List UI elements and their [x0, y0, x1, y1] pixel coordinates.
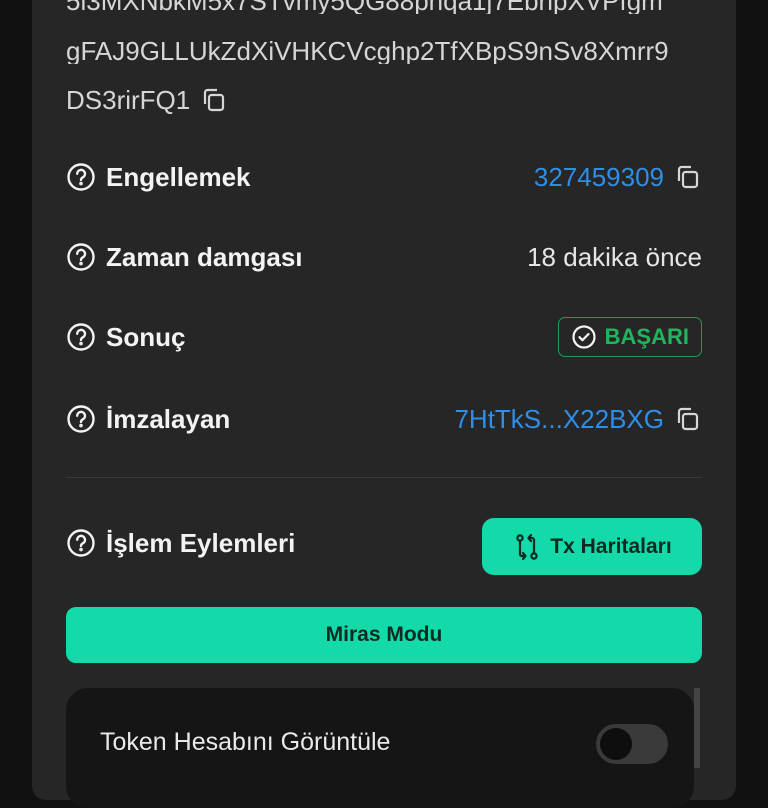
signature-line-3: DS3rirFQ1	[66, 86, 716, 114]
status-badge: BAŞARI	[557, 317, 702, 357]
token-account-label: Token Hesabını Görüntüle	[100, 728, 391, 756]
question-circle-icon[interactable]	[66, 162, 96, 192]
actions-label: İşlem Eylemleri	[106, 527, 296, 558]
question-circle-icon[interactable]	[66, 322, 96, 352]
timestamp-row: Zaman damgası 18 dakika önce	[66, 237, 702, 277]
block-number-link[interactable]: 327459309	[534, 162, 664, 193]
divider	[66, 477, 702, 478]
toggle-knob	[600, 728, 632, 760]
signature-line-1: 5i3MXNbkM5x7STvmy5QG88pnqa1j7EbnpXVPfgm	[66, 0, 716, 14]
question-circle-icon[interactable]	[66, 528, 96, 558]
timestamp-value: 18 dakika önce	[527, 241, 702, 272]
block-label-group: Engellemek	[66, 162, 251, 193]
block-value-group: 327459309	[534, 162, 702, 193]
status-text: BAŞARI	[604, 324, 689, 349]
copy-icon[interactable]	[200, 86, 228, 114]
actions-label-group: İşlem Eylemleri	[66, 528, 295, 559]
result-label: Sonuç	[106, 321, 186, 352]
question-circle-icon[interactable]	[66, 404, 96, 434]
actions-row: İşlem Eylemleri	[66, 523, 466, 563]
question-circle-icon[interactable]	[66, 242, 96, 272]
signer-label-group: İmzalayan	[66, 404, 230, 435]
copy-icon[interactable]	[674, 405, 702, 433]
copy-icon[interactable]	[674, 163, 702, 191]
signer-address-link[interactable]: 7HtTkS...X22BXG	[454, 404, 664, 435]
timestamp-label-group: Zaman damgası	[66, 242, 303, 273]
check-circle-icon	[571, 324, 597, 350]
result-row: Sonuç BAŞARI	[66, 317, 702, 357]
signature-text: DS3rirFQ1	[66, 86, 191, 114]
signer-label: İmzalayan	[106, 403, 231, 434]
timestamp-label: Zaman damgası	[106, 241, 303, 272]
scrollbar[interactable]	[694, 688, 700, 768]
signer-row: İmzalayan 7HtTkS...X22BXG	[66, 399, 702, 439]
signature-line-2: gFAJ9GLLUkZdXiVHKCVcghp2TfXBpS9nSv8Xmrr9	[66, 38, 669, 64]
signer-value-group: 7HtTkS...X22BXG	[454, 404, 702, 435]
legacy-mode-button[interactable]: Miras Modu	[66, 607, 702, 663]
token-account-toggle[interactable]	[596, 724, 668, 764]
swap-arrows-icon	[512, 532, 542, 562]
block-row: Engellemek 327459309	[66, 157, 702, 197]
block-label: Engellemek	[106, 161, 251, 192]
tx-maps-label: Tx Haritaları	[550, 534, 672, 558]
result-label-group: Sonuç	[66, 322, 185, 353]
tx-maps-button[interactable]: Tx Haritaları	[482, 518, 702, 575]
